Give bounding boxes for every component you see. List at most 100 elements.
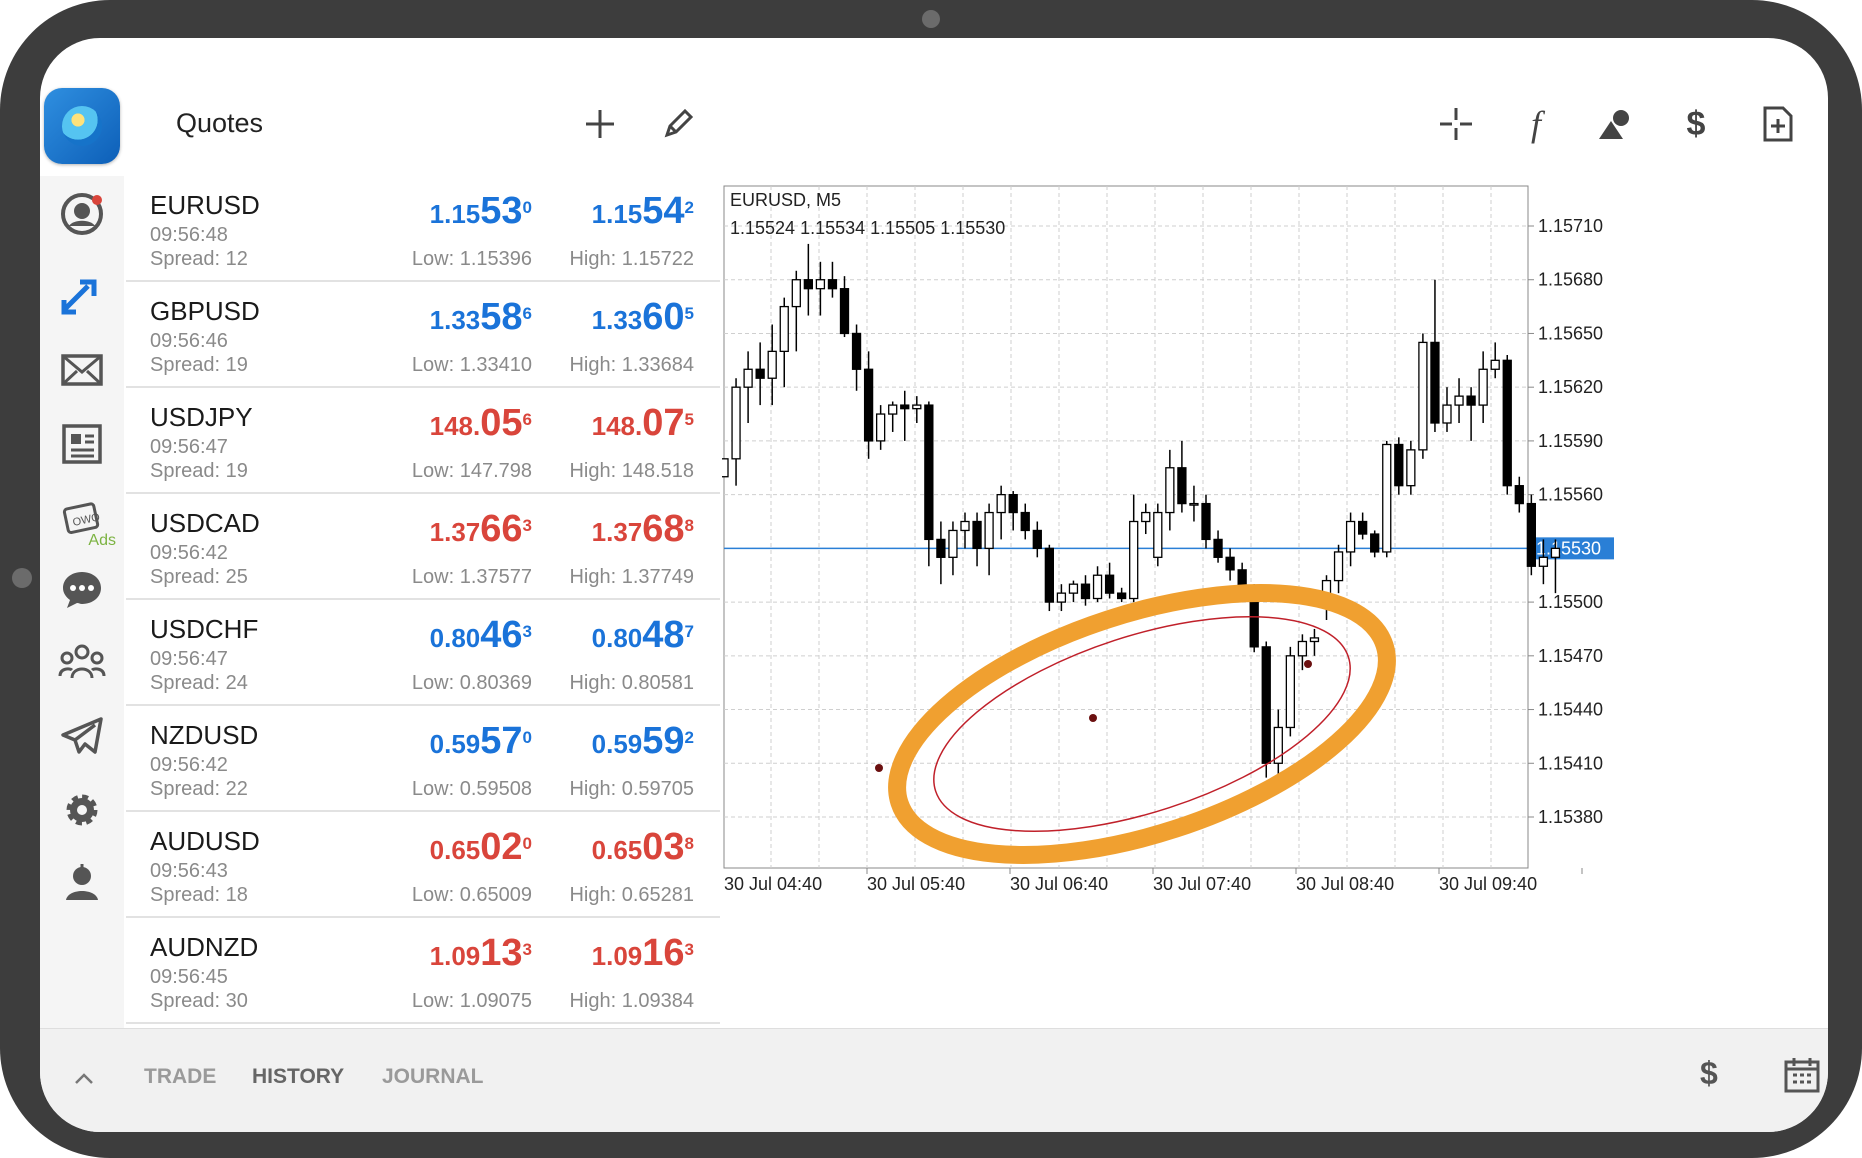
symbol-name: USDCHF bbox=[150, 614, 259, 644]
settings-gear-icon[interactable] bbox=[52, 780, 112, 840]
candle-body bbox=[912, 404, 922, 410]
quote-row-audusd[interactable]: AUDUSD 09:56:43 Spread: 18 0.65020 0.65038 Lo… bbox=[126, 812, 720, 918]
quote-row-audnzd[interactable]: AUDNZD 09:56:45 Spread: 30 1.09133 1.09163 Lo… bbox=[126, 918, 720, 1024]
candle-body bbox=[1454, 395, 1464, 406]
bid-price-prefix: 1.09 bbox=[429, 941, 481, 971]
quote-row-usdchf[interactable]: USDCHF 09:56:47 Spread: 24 0.80463 0.80487 Lo… bbox=[126, 600, 720, 706]
ask-price-point: 3 bbox=[684, 939, 694, 959]
chart-area[interactable]: 1.15710 1.15680 1.15650 1.15620 1.15590 1.155… bbox=[719, 176, 1828, 1028]
ask-price-pips: 16 bbox=[642, 932, 685, 974]
bid-price-pips: 57 bbox=[480, 720, 523, 762]
candle-body bbox=[1201, 502, 1211, 541]
candle-body bbox=[1141, 511, 1151, 523]
ask-price-pips: 07 bbox=[642, 402, 685, 444]
candle-body bbox=[1092, 574, 1103, 600]
candle-body bbox=[1550, 547, 1561, 558]
tab-journal[interactable]: JOURNAL bbox=[382, 1065, 484, 1089]
bid-price-point: 6 bbox=[522, 303, 532, 323]
ask-price-point: 8 bbox=[684, 515, 694, 535]
function-icon[interactable]: f bbox=[1512, 100, 1560, 148]
candle-body bbox=[1502, 359, 1512, 487]
candle-body bbox=[1165, 467, 1175, 514]
candle-body bbox=[767, 350, 777, 379]
bid-price-pips: 53 bbox=[480, 190, 523, 232]
quote-time: 09:56:48 bbox=[150, 224, 228, 246]
symbol-name: USDJPY bbox=[150, 402, 253, 432]
app-logo[interactable] bbox=[44, 88, 120, 164]
calendar-icon[interactable] bbox=[1784, 1057, 1820, 1098]
chart-ohlc-label: 1.15524 1.15534 1.15505 1.15530 bbox=[730, 218, 1005, 238]
candle-body bbox=[791, 279, 801, 308]
quote-row-gbpusd[interactable]: GBPUSD 09:56:46 Spread: 19 1.33586 1.33605 Lo… bbox=[126, 282, 720, 388]
quote-row-usdcad[interactable]: USDCAD 09:56:42 Spread: 25 1.37663 1.37688 Lo… bbox=[126, 494, 720, 600]
bid-price-pips: 58 bbox=[480, 296, 523, 338]
candle-body bbox=[888, 404, 898, 415]
candle-body bbox=[948, 529, 958, 558]
quote-high: High: 0.65281 bbox=[569, 884, 694, 906]
time-axis-label: 30 Jul 08:40 bbox=[1296, 874, 1394, 894]
robot-icon[interactable] bbox=[52, 852, 112, 912]
shapes-icon[interactable] bbox=[1592, 100, 1640, 148]
ask-price: 0.80487 bbox=[592, 614, 694, 657]
quote-spread: Spread: 19 bbox=[150, 354, 248, 376]
quote-row-eurusd[interactable]: EURUSD 09:56:48 Spread: 12 1.15530 1.15542 Lo… bbox=[126, 176, 720, 282]
quote-low: Low: 147.798 bbox=[411, 460, 532, 482]
price-axis-label: 1.15680 bbox=[1538, 270, 1603, 290]
bid-price: 1.37663 bbox=[430, 508, 532, 551]
dollar-trade-icon[interactable]: $ bbox=[1672, 100, 1720, 148]
quote-row-usdjpy[interactable]: USDJPY 09:56:47 Spread: 19 148.056 148.075 Lo… bbox=[126, 388, 720, 494]
quote-time: 09:56:46 bbox=[150, 330, 228, 352]
symbol-name: AUDNZD bbox=[150, 932, 259, 962]
news-icon[interactable] bbox=[52, 414, 112, 474]
quote-high: High: 1.09384 bbox=[569, 990, 694, 1012]
dollar-trade-icon[interactable]: $ bbox=[1700, 1055, 1718, 1092]
crosshair-icon[interactable] bbox=[1432, 100, 1480, 148]
quote-time: 09:56:47 bbox=[150, 648, 228, 670]
ask-price-pips: 54 bbox=[642, 190, 685, 232]
chevron-up-icon[interactable] bbox=[64, 1059, 104, 1099]
new-document-icon[interactable] bbox=[1754, 100, 1802, 148]
symbol-name: AUDUSD bbox=[150, 826, 260, 856]
bid-price-prefix: 148. bbox=[429, 411, 481, 441]
candle-body bbox=[1345, 520, 1356, 553]
ask-price-point: 2 bbox=[684, 727, 694, 747]
telegram-icon[interactable] bbox=[52, 706, 112, 766]
candle-body bbox=[1333, 551, 1344, 582]
community-icon[interactable] bbox=[52, 632, 112, 692]
tab-trade[interactable]: TRADE bbox=[144, 1065, 216, 1089]
ads-icon[interactable]: OWO Ads bbox=[52, 488, 116, 549]
quote-low: Low: 1.09075 bbox=[411, 990, 532, 1012]
app-screen: Quotes f $ OWO Ads EURUSD 09:56:48 Sprea… bbox=[40, 38, 1828, 1132]
candle-body bbox=[1189, 502, 1199, 506]
candle-body bbox=[1261, 646, 1271, 764]
quote-low: Low: 1.37577 bbox=[411, 566, 532, 588]
candle-body bbox=[1008, 493, 1018, 514]
plus-icon[interactable] bbox=[576, 100, 624, 148]
time-axis-label: 30 Jul 06:40 bbox=[1010, 874, 1108, 894]
trade-arrows-icon[interactable] bbox=[52, 266, 112, 326]
ask-price-pips: 03 bbox=[642, 826, 685, 868]
ask-price-prefix: 1.09 bbox=[591, 941, 643, 971]
candle-body bbox=[1514, 485, 1524, 505]
ask-price-point: 2 bbox=[684, 197, 694, 217]
chat-icon[interactable] bbox=[52, 560, 112, 620]
bid-price-pips: 13 bbox=[480, 932, 523, 974]
bid-price-point: 6 bbox=[522, 409, 532, 429]
account-icon[interactable] bbox=[52, 184, 112, 244]
device-frame: Quotes f $ OWO Ads EURUSD 09:56:48 Sprea… bbox=[0, 0, 1862, 1158]
candle-body bbox=[1538, 556, 1549, 567]
bid-price-pips: 05 bbox=[480, 402, 523, 444]
mail-icon[interactable] bbox=[52, 340, 112, 400]
tab-history[interactable]: HISTORY bbox=[252, 1065, 344, 1089]
quote-high: High: 1.33684 bbox=[569, 354, 694, 376]
candlestick-chart[interactable]: 1.15710 1.15680 1.15650 1.15620 1.15590 1.155… bbox=[719, 176, 1828, 1028]
pencil-icon[interactable] bbox=[654, 100, 702, 148]
ask-price: 1.33605 bbox=[592, 296, 694, 339]
ask-price-prefix: 148. bbox=[591, 411, 643, 441]
quote-row-nzdusd[interactable]: NZDUSD 09:56:42 Spread: 22 0.59570 0.59592 Lo… bbox=[126, 706, 720, 812]
candle-body bbox=[1225, 556, 1235, 571]
bid-price-pips: 02 bbox=[480, 826, 523, 868]
candle-body bbox=[1394, 443, 1404, 487]
bid-price-prefix: 1.33 bbox=[429, 305, 481, 335]
candle-body bbox=[1478, 368, 1488, 406]
